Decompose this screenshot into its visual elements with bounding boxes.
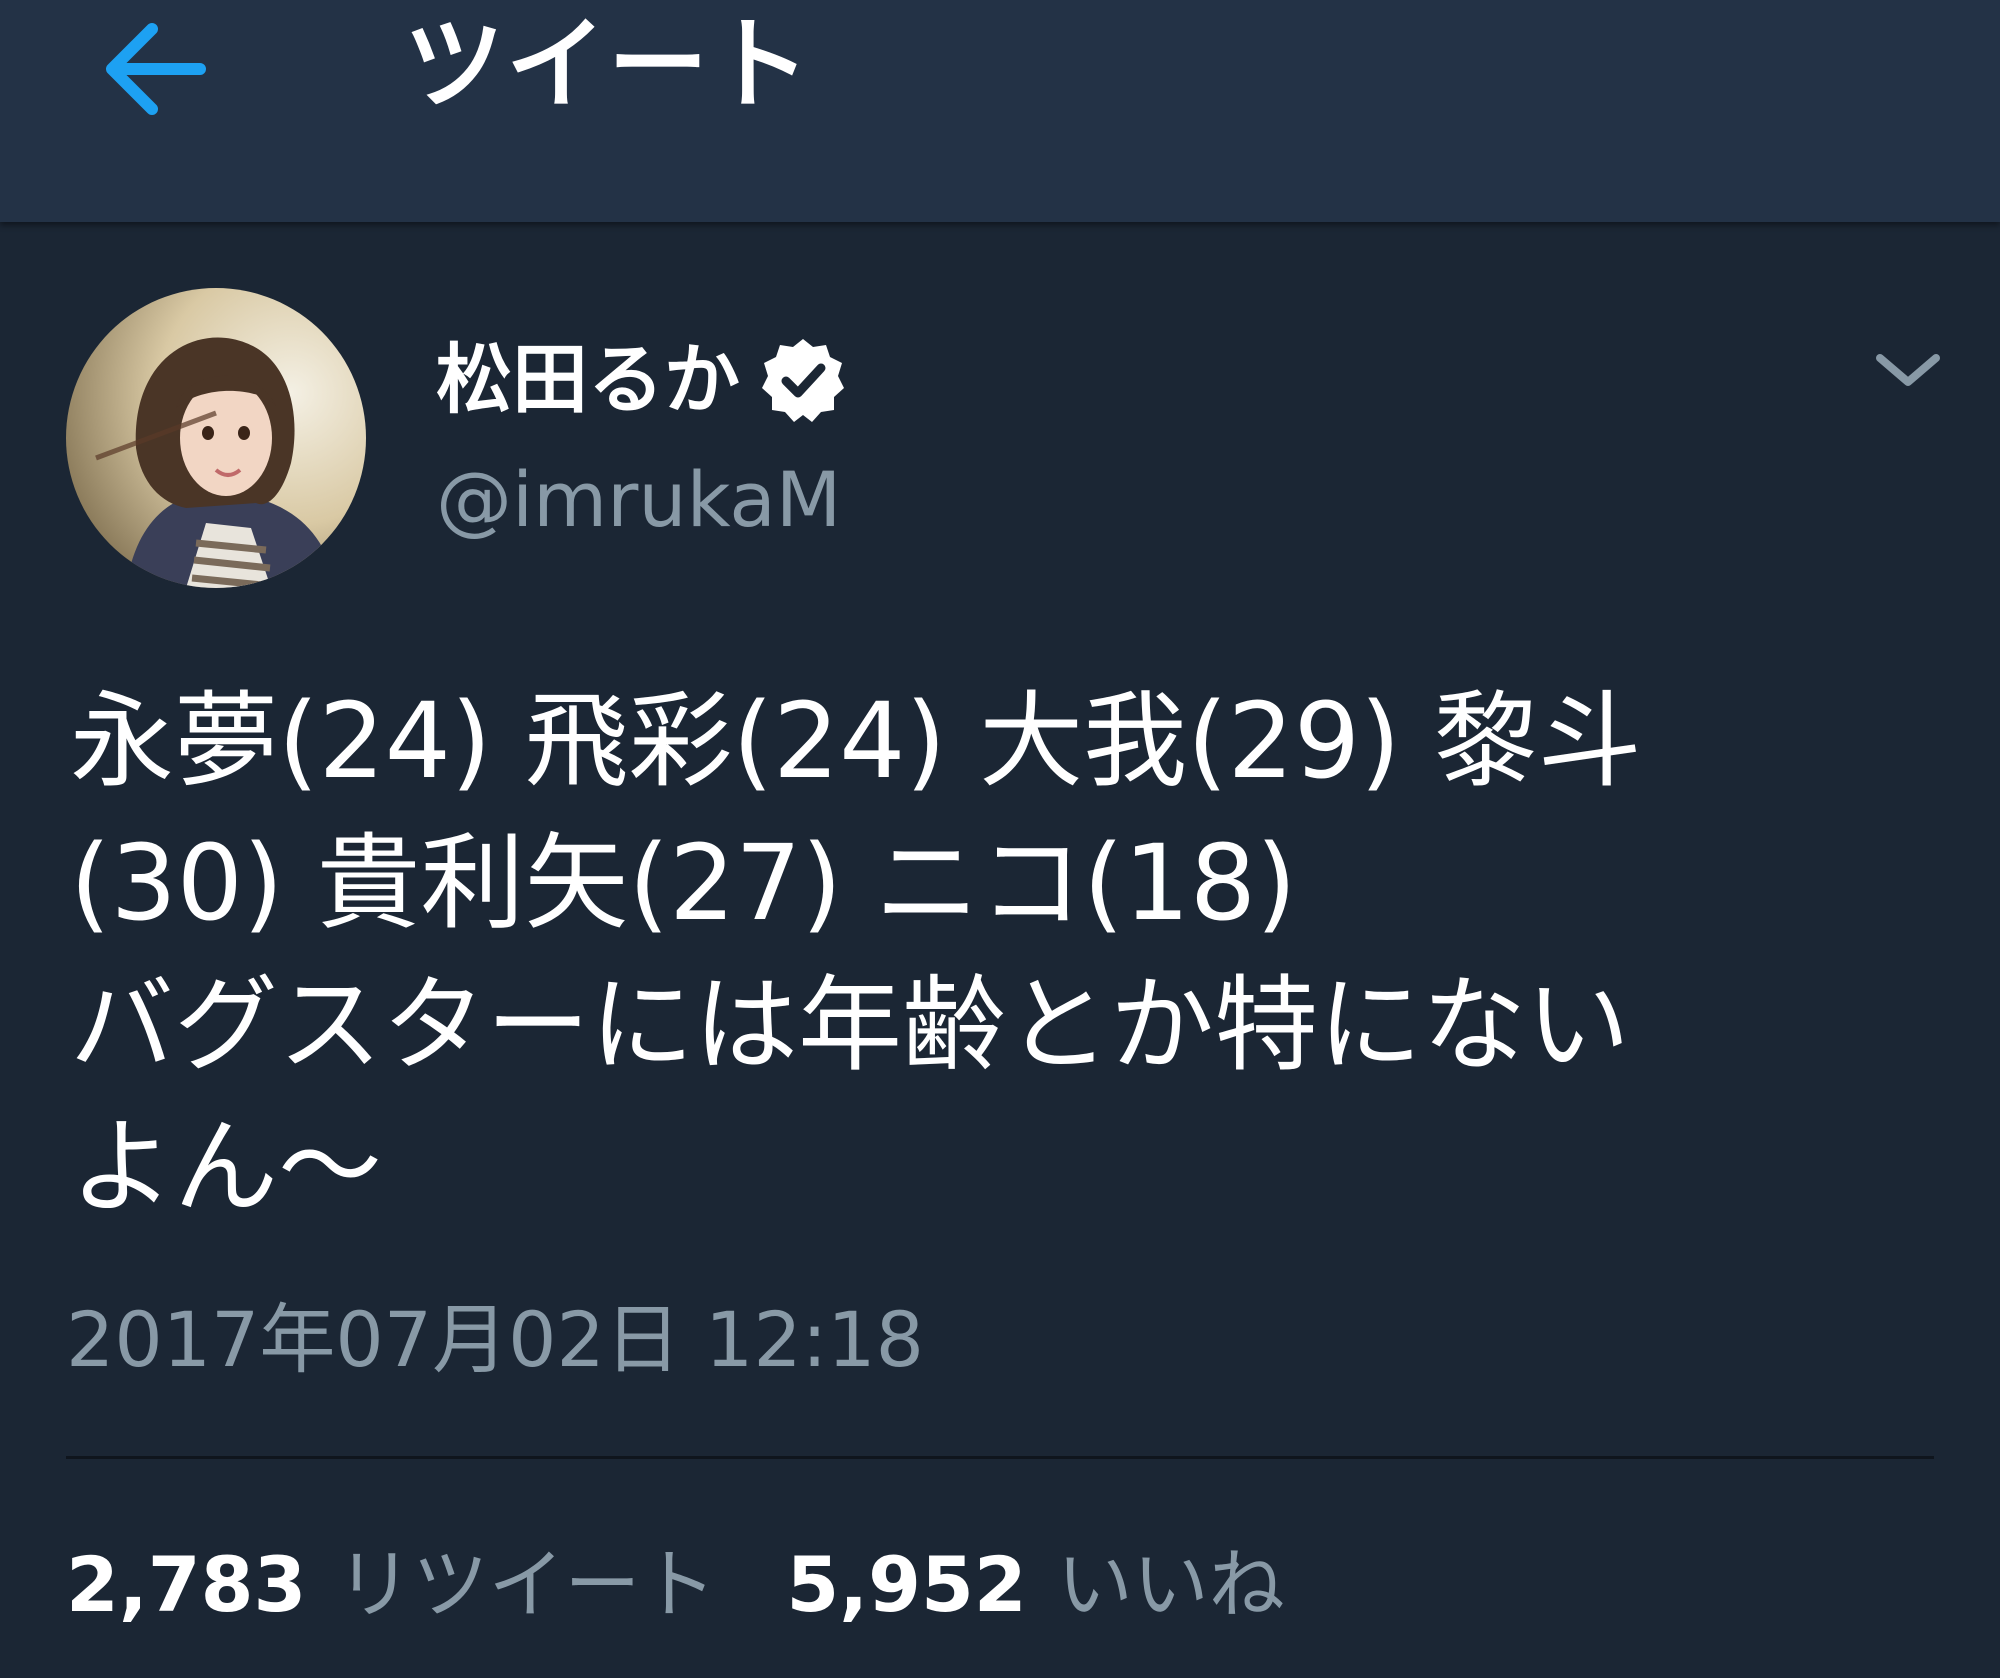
likes-stat[interactable]: 5,952 いいね bbox=[786, 1530, 1284, 1640]
display-name[interactable]: 松田るか bbox=[436, 330, 740, 430]
tweet-stats: 2,783 リツイート 5,952 いいね bbox=[66, 1530, 1285, 1640]
retweets-stat[interactable]: 2,783 リツイート bbox=[66, 1530, 716, 1640]
retweets-label: リツイート bbox=[336, 1540, 717, 1629]
page-title: ツイート bbox=[404, 6, 812, 123]
avatar[interactable] bbox=[66, 288, 366, 588]
back-button[interactable] bbox=[100, 14, 220, 124]
likes-count: 5,952 bbox=[786, 1540, 1027, 1629]
top-app-bar: ツイート bbox=[0, 0, 2000, 222]
divider bbox=[66, 1456, 1934, 1459]
retweets-count: 2,783 bbox=[66, 1540, 307, 1629]
back-arrow-icon bbox=[106, 23, 206, 115]
tweet-timestamp[interactable]: 2017年07月02日 12:18 bbox=[66, 1290, 924, 1390]
author-name-row[interactable]: 松田るか bbox=[436, 330, 848, 430]
tweet-text: 永夢(24) 飛彩(24) 大我(29) 黎斗 (30) 貴利矢(27) ニコ(… bbox=[70, 680, 1642, 1228]
chevron-down-icon bbox=[1876, 354, 1940, 386]
author-handle[interactable]: @imrukaM bbox=[436, 450, 841, 550]
tweet-menu-button[interactable] bbox=[1870, 340, 1946, 400]
verified-badge-icon bbox=[762, 339, 844, 422]
avatar-photo bbox=[66, 288, 366, 588]
likes-label: いいね bbox=[1056, 1540, 1285, 1629]
